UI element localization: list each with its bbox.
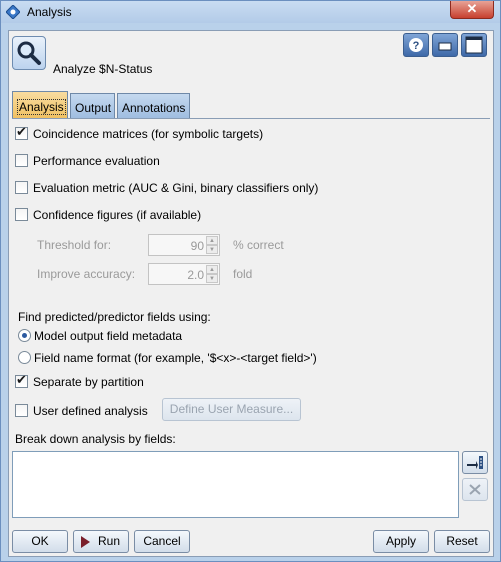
coincidence-label: Coincidence matrices (for symbolic targe… xyxy=(33,127,264,141)
cancel-button[interactable]: Cancel xyxy=(134,530,190,553)
node-label: Analyze $N-Status xyxy=(53,62,153,76)
performance-checkbox[interactable] xyxy=(15,154,28,167)
spin-down-icon[interactable]: ▼ xyxy=(206,245,218,254)
tab-analysis[interactable]: Analysis xyxy=(12,91,68,119)
run-label: Run xyxy=(98,534,121,548)
field-picker-icon xyxy=(467,456,483,469)
minimize-button[interactable] xyxy=(432,33,458,57)
threshold-unit: % correct xyxy=(233,238,284,252)
improve-value: 2.0 xyxy=(187,268,204,282)
improve-label: Improve accuracy: xyxy=(37,267,136,281)
tab-output[interactable]: Output xyxy=(70,93,115,118)
format-radio[interactable] xyxy=(18,351,31,364)
analysis-dialog: Analysis ✕ Analyze $N-Status ? Analysis … xyxy=(0,0,501,562)
user-defined-label: User defined analysis xyxy=(33,404,148,418)
close-button[interactable]: ✕ xyxy=(450,1,494,19)
coincidence-option[interactable]: Coincidence matrices (for symbolic targe… xyxy=(12,125,412,143)
confidence-option[interactable]: Confidence figures (if available) xyxy=(12,206,412,224)
delete-icon xyxy=(469,484,481,495)
performance-label: Performance evaluation xyxy=(33,154,160,168)
help-icon: ? xyxy=(409,38,423,52)
confidence-checkbox[interactable] xyxy=(15,208,28,221)
improve-unit: fold xyxy=(233,267,253,281)
find-fields-label: Find predicted/predictor fields using: xyxy=(18,310,211,324)
format-radio-option[interactable]: Field name format (for example, '$<x>-<t… xyxy=(12,349,412,367)
coincidence-checkbox[interactable] xyxy=(15,125,28,140)
breakdown-fields-list[interactable] xyxy=(12,451,459,518)
threshold-value: 90 xyxy=(190,239,204,253)
separate-option[interactable]: Separate by partition xyxy=(12,373,212,391)
improve-spinner[interactable]: 2.0 ▲ ▼ xyxy=(148,263,220,285)
spin-up-icon[interactable]: ▲ xyxy=(206,236,218,245)
maximize-icon xyxy=(465,36,483,54)
user-defined-checkbox[interactable] xyxy=(15,404,28,417)
tab-annotations[interactable]: Annotations xyxy=(117,93,190,118)
separate-checkbox[interactable] xyxy=(15,373,28,388)
metadata-radio-label: Model output field metadata xyxy=(34,329,183,343)
metadata-radio-option[interactable]: Model output field metadata xyxy=(12,327,312,345)
apply-button[interactable]: Apply xyxy=(373,530,429,553)
format-radio-label: Field name format (for example, '$<x>-<t… xyxy=(34,351,317,365)
minimize-icon xyxy=(438,42,452,51)
metadata-radio[interactable] xyxy=(18,329,31,342)
threshold-label: Threshold for: xyxy=(37,238,112,252)
window-title: Analysis xyxy=(27,5,72,19)
run-button[interactable]: Run xyxy=(73,530,129,553)
threshold-spinner[interactable]: 90 ▲ ▼ xyxy=(148,234,220,256)
delete-field-button[interactable] xyxy=(462,478,488,501)
title-bar[interactable]: Analysis ✕ xyxy=(1,1,500,23)
spin-up-icon[interactable]: ▲ xyxy=(206,265,218,274)
svg-text:?: ? xyxy=(413,40,420,52)
add-field-button[interactable] xyxy=(462,451,488,474)
run-icon xyxy=(81,536,90,548)
reset-button[interactable]: Reset xyxy=(434,530,490,553)
spin-down-icon[interactable]: ▼ xyxy=(206,274,218,283)
define-user-measure-button[interactable]: Define User Measure... xyxy=(162,398,301,421)
maximize-button[interactable] xyxy=(461,33,487,57)
performance-option[interactable]: Performance evaluation xyxy=(12,152,412,170)
user-defined-option[interactable]: User defined analysis xyxy=(12,402,162,420)
dialog-client: Analyze $N-Status ? Analysis Output Anno… xyxy=(8,30,494,557)
separate-label: Separate by partition xyxy=(33,375,144,389)
breakdown-label: Break down analysis by fields: xyxy=(15,432,176,446)
help-button[interactable]: ? xyxy=(403,33,429,57)
evaluation-metric-label: Evaluation metric (AUC & Gini, binary cl… xyxy=(33,181,319,195)
evaluation-metric-option[interactable]: Evaluation metric (AUC & Gini, binary cl… xyxy=(12,179,412,197)
confidence-label: Confidence figures (if available) xyxy=(33,208,202,222)
evaluation-metric-checkbox[interactable] xyxy=(15,181,28,194)
magnifier-icon xyxy=(12,36,46,70)
ok-button[interactable]: OK xyxy=(12,530,68,553)
diamond-node-icon xyxy=(6,5,20,19)
